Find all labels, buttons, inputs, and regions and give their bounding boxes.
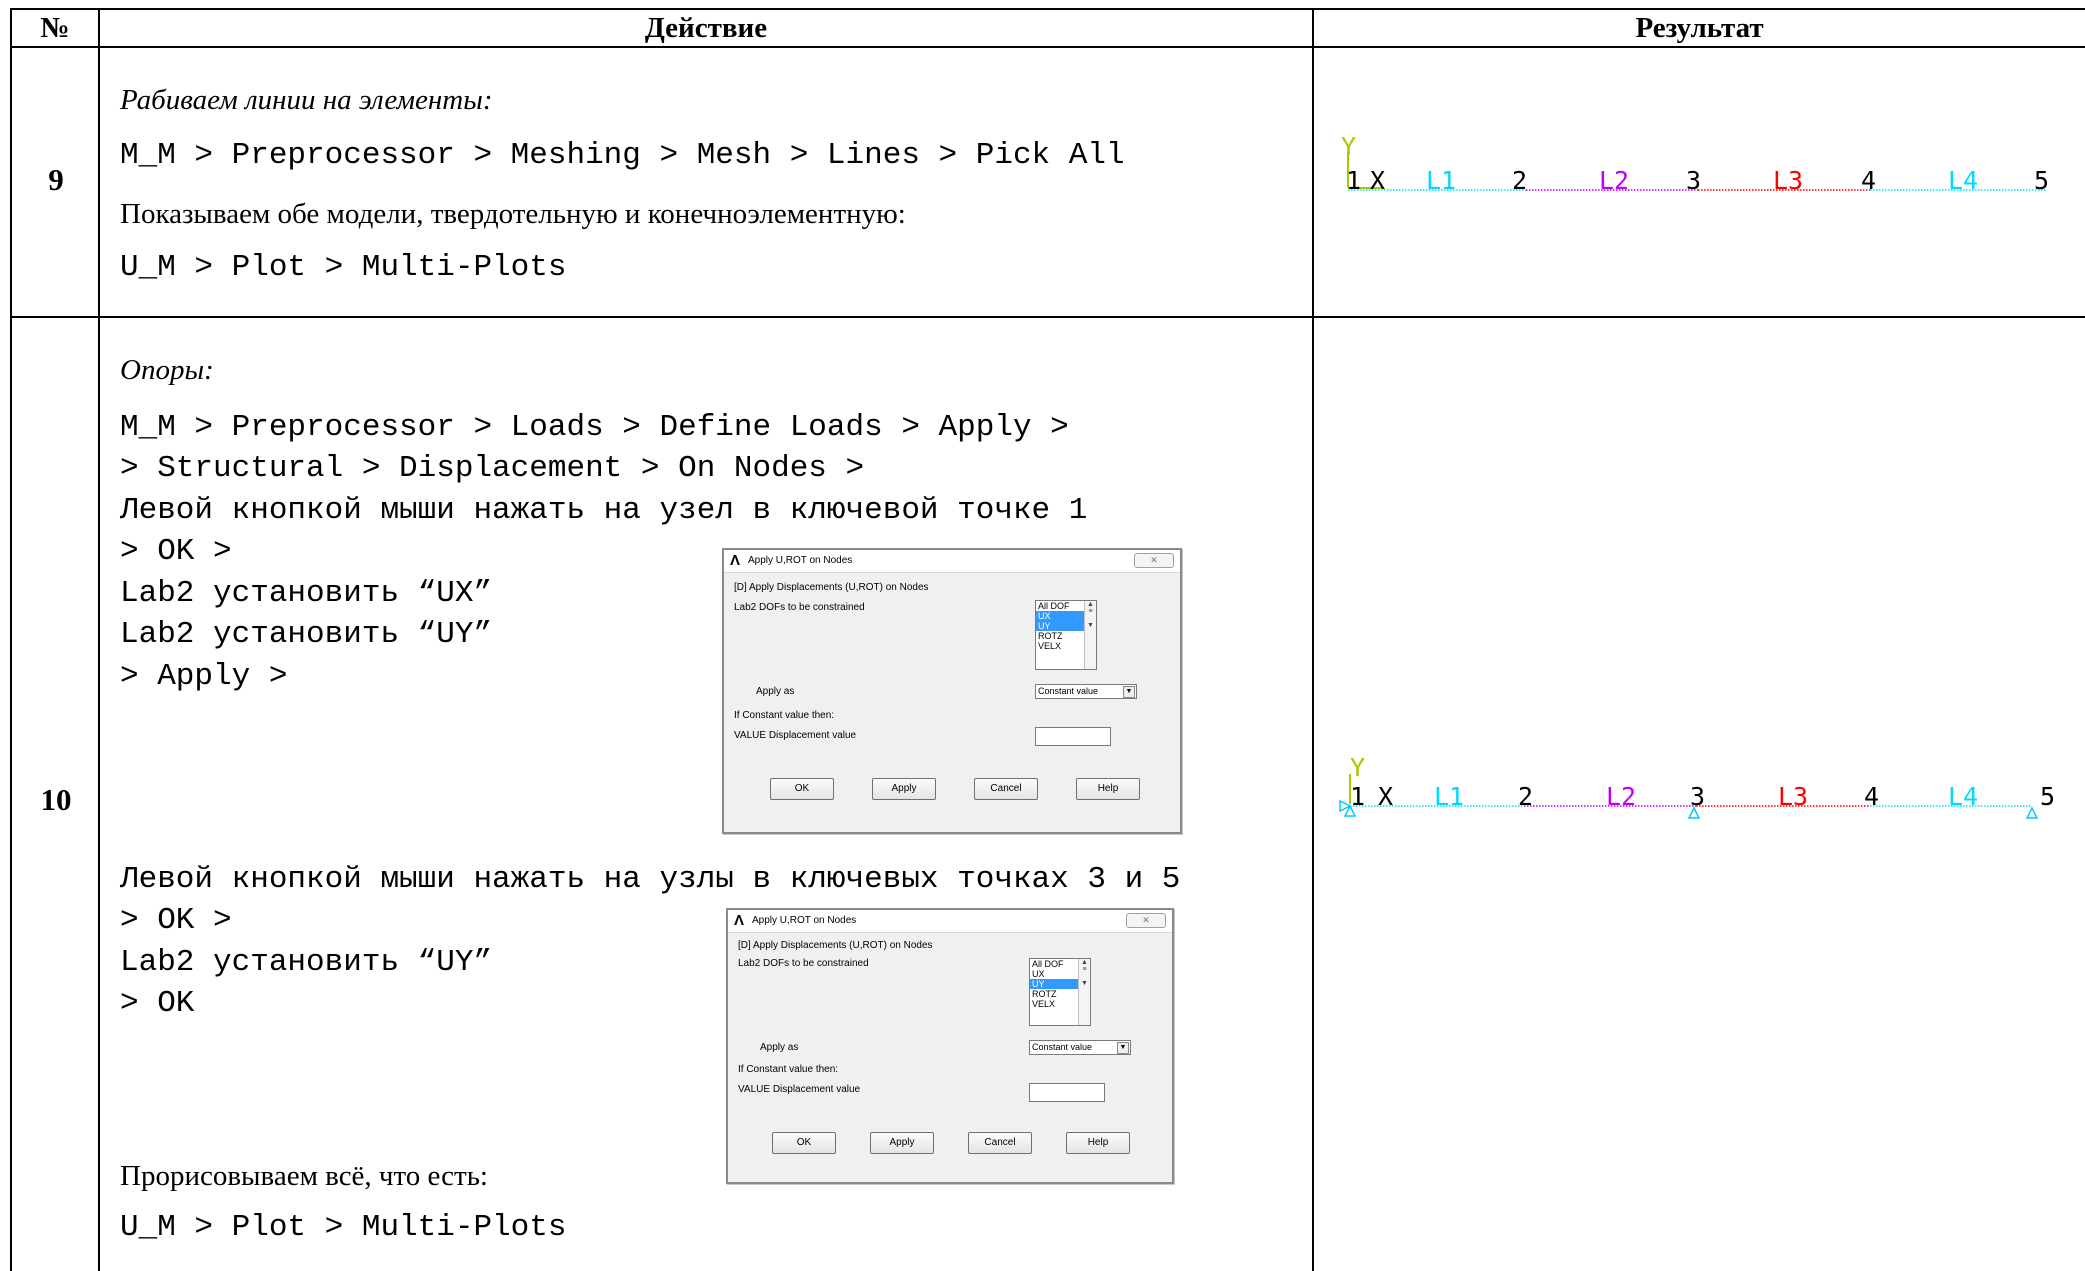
row10-menu-path-line1: M_M > Preprocessor > Loads > Define Load… bbox=[120, 410, 1069, 445]
line-label-L4: L4 bbox=[1948, 166, 1978, 195]
row10-instruction-nodes-3-5: Левой кнопкой мыши нажать на узлы в ключ… bbox=[120, 862, 1181, 897]
cancel-button[interactable]: Cancel bbox=[974, 778, 1038, 800]
listbox-scrollbar[interactable]: ▲ ≡ ▼ bbox=[1084, 601, 1096, 669]
dof-listbox[interactable]: All DOF UX UY ROTZ VELX ▲ ≡ ▼ bbox=[1035, 600, 1097, 670]
keypoint-label-3: 3 bbox=[1690, 782, 1705, 811]
keypoint-label-5: 5 bbox=[2040, 782, 2055, 811]
value-label: VALUE Displacement value bbox=[738, 1084, 861, 1095]
col-divider-2 bbox=[1312, 8, 1314, 1271]
apply-button[interactable]: Apply bbox=[870, 1132, 934, 1154]
line-label-L3: L3 bbox=[1773, 166, 1803, 195]
row10-set-uy: Lab2 установить “UY” bbox=[120, 617, 493, 652]
header-number: № bbox=[40, 11, 70, 44]
apply-as-label: Apply as bbox=[760, 1042, 799, 1053]
line-label-L1: L1 bbox=[1434, 782, 1464, 811]
dialog-title: Apply U,ROT on Nodes bbox=[748, 555, 853, 566]
keypoint-label-2: 2 bbox=[1512, 166, 1527, 195]
support-icon-node-5 bbox=[2025, 806, 2039, 819]
keypoint-label-3: 3 bbox=[1686, 166, 1701, 195]
keypoint-label-2: 2 bbox=[1518, 782, 1533, 811]
apply-displacement-dialog-2: Λ Apply U,ROT on Nodes ✕ [D] Apply Displ… bbox=[726, 908, 1174, 1184]
help-button[interactable]: Help bbox=[1066, 1132, 1130, 1154]
apply-button[interactable]: Apply bbox=[872, 778, 936, 800]
lab2-label: Lab2 DOFs to be constrained bbox=[738, 958, 869, 969]
chevron-down-icon[interactable]: ▼ bbox=[1117, 1042, 1129, 1054]
row9-step-title: Рабиваем линии на элементы: bbox=[120, 84, 493, 116]
row9-bottom-border bbox=[10, 316, 2085, 318]
keypoint-label-4: 4 bbox=[1864, 782, 1879, 811]
row9-description: Показываем обе модели, твердотельную и к… bbox=[120, 198, 906, 230]
apply-as-select[interactable]: Constant value ▼ bbox=[1035, 684, 1137, 699]
row9-result-plot: Y X 1 L1 2 L2 3 L3 4 L4 5 bbox=[1341, 132, 2049, 195]
line-label-L2: L2 bbox=[1599, 166, 1629, 195]
row9-menu-path-plot: U_M > Plot > Multi-Plots bbox=[120, 250, 567, 285]
apply-as-select[interactable]: Constant value ▼ bbox=[1029, 1040, 1131, 1055]
apply-as-value: Constant value bbox=[1032, 1042, 1093, 1052]
if-constant-label: If Constant value then: bbox=[738, 1064, 839, 1075]
row10-apply-step: > Apply > bbox=[120, 659, 288, 694]
ok-button[interactable]: OK bbox=[770, 778, 834, 800]
line-label-L4: L4 bbox=[1948, 782, 1978, 811]
dialog-heading: [D] Apply Displacements (U,ROT) on Nodes bbox=[734, 582, 929, 593]
close-icon[interactable]: ✕ bbox=[1134, 553, 1174, 568]
header-action: Действие bbox=[644, 11, 768, 44]
y-axis-label: Y bbox=[1350, 753, 1365, 782]
ansys-logo-icon: Λ bbox=[734, 912, 745, 929]
dof-listbox[interactable]: All DOF UX UY ROTZ VELX ▲ ≡ ▼ bbox=[1029, 958, 1091, 1026]
if-constant-label: If Constant value then: bbox=[734, 710, 835, 721]
apply-displacement-dialog-1: Λ Apply U,ROT on Nodes ✕ [D] Apply Displ… bbox=[722, 548, 1182, 834]
row10-menu-path-plot: U_M > Plot > Multi-Plots bbox=[120, 1210, 567, 1245]
row10-step-title: Опоры: bbox=[120, 354, 214, 386]
line-label-L3: L3 bbox=[1778, 782, 1808, 811]
lab2-label: Lab2 DOFs to be constrained bbox=[734, 602, 865, 613]
dialog-title: Apply U,ROT on Nodes bbox=[752, 915, 857, 926]
keypoint-label-4: 4 bbox=[1861, 166, 1876, 195]
displacement-value-input[interactable] bbox=[1035, 727, 1111, 746]
listbox-scrollbar[interactable]: ▲ ≡ ▼ bbox=[1078, 959, 1090, 1025]
line-label-L2: L2 bbox=[1606, 782, 1636, 811]
keypoint-label-5: 5 bbox=[2034, 166, 2049, 195]
row10-number: 10 bbox=[40, 782, 72, 817]
displacement-value-input[interactable] bbox=[1029, 1083, 1105, 1102]
apply-as-label: Apply as bbox=[756, 686, 795, 697]
dialog-title-bar: Λ Apply U,ROT on Nodes ✕ bbox=[724, 550, 1180, 573]
row10-menu-path-line2: > Structural > Displacement > On Nodes > bbox=[120, 451, 865, 486]
row10-ok-final: > OK bbox=[120, 986, 195, 1021]
value-label: VALUE Displacement value bbox=[734, 730, 857, 741]
y-axis-label: Y bbox=[1341, 132, 1356, 161]
row10-ok-step-1: > OK > bbox=[120, 534, 232, 569]
row10-description: Прорисовываем всё, что есть: bbox=[120, 1160, 488, 1192]
row9-menu-path-mesh: M_M > Preprocessor > Meshing > Mesh > Li… bbox=[120, 138, 1125, 173]
row10-set-uy-2: Lab2 установить “UY” bbox=[120, 945, 493, 980]
apply-as-value: Constant value bbox=[1038, 686, 1099, 696]
chevron-down-icon[interactable]: ▼ bbox=[1123, 686, 1135, 698]
header-result: Результат bbox=[1635, 11, 1764, 44]
line-label-L1: L1 bbox=[1426, 166, 1456, 195]
row10-ok-step-2: > OK > bbox=[120, 903, 232, 938]
header-bottom-border bbox=[10, 46, 2085, 48]
row10-set-ux: Lab2 установить “UX” bbox=[120, 576, 493, 611]
dialog-title-bar: Λ Apply U,ROT on Nodes ✕ bbox=[728, 910, 1172, 933]
ansys-logo-icon: Λ bbox=[730, 552, 741, 569]
row9-number: 9 bbox=[48, 162, 64, 197]
close-icon[interactable]: ✕ bbox=[1126, 913, 1166, 928]
help-button[interactable]: Help bbox=[1076, 778, 1140, 800]
dialog-heading: [D] Apply Displacements (U,ROT) on Nodes bbox=[738, 940, 933, 951]
cancel-button[interactable]: Cancel bbox=[968, 1132, 1032, 1154]
row10-instruction-node1: Левой кнопкой мыши нажать на узел в ключ… bbox=[120, 493, 1088, 528]
row10-result-plot: Y X 1 L1 2 L2 3 L3 4 L4 5 bbox=[1339, 753, 2055, 819]
ok-button[interactable]: OK bbox=[772, 1132, 836, 1154]
